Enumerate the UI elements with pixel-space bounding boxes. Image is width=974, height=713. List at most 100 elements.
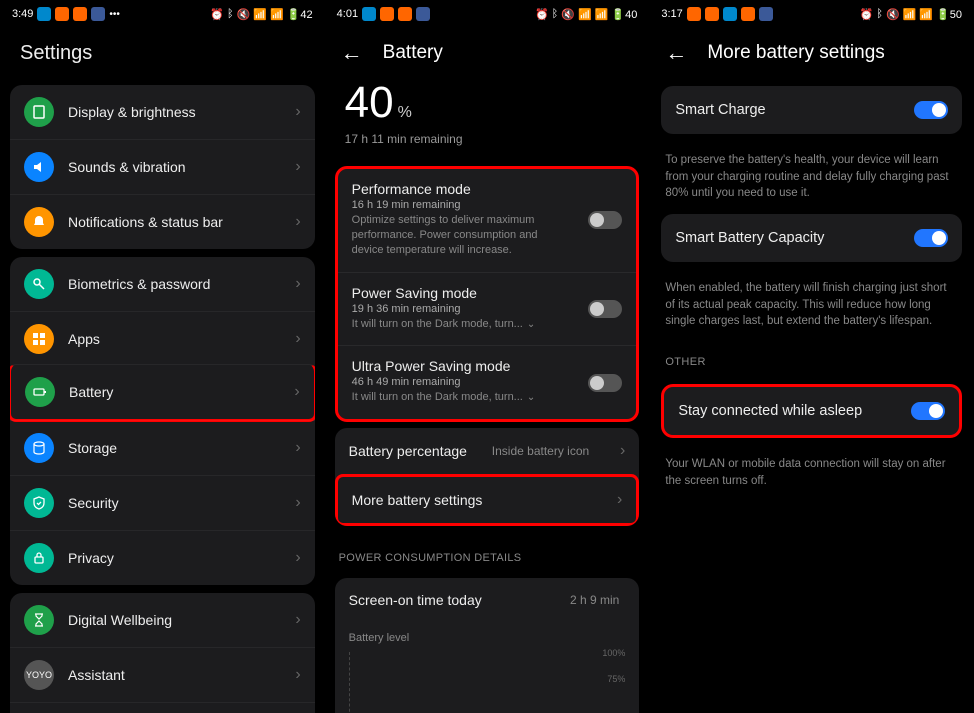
section-header: OTHER bbox=[649, 334, 974, 376]
app-notif-icon bbox=[73, 7, 87, 21]
row-display[interactable]: Display & brightness › bbox=[10, 85, 315, 139]
row-wellbeing[interactable]: Digital Wellbeing › bbox=[10, 593, 315, 647]
telegram-icon bbox=[362, 7, 376, 21]
battery-icon bbox=[25, 377, 55, 407]
battery-options-card: Battery percentage Inside battery icon ›… bbox=[335, 428, 640, 526]
app-notif-icon bbox=[380, 7, 394, 21]
ultra-power-saving-toggle[interactable] bbox=[588, 374, 622, 392]
row-label: Smart Battery Capacity bbox=[675, 230, 824, 246]
chevron-right-icon: › bbox=[295, 213, 300, 231]
smart-capacity-row[interactable]: Smart Battery Capacity bbox=[661, 214, 962, 262]
status-time: 3:49 bbox=[12, 8, 33, 20]
row-honor-cards[interactable]: HONOR Cards › bbox=[10, 702, 315, 713]
page-title: Settings bbox=[0, 28, 325, 77]
settings-group: Display & brightness › Sounds & vibratio… bbox=[10, 85, 315, 249]
row-label: Display & brightness bbox=[68, 104, 281, 120]
row-notifications[interactable]: Notifications & status bar › bbox=[10, 194, 315, 249]
chevron-down-icon[interactable]: ⌄ bbox=[527, 318, 535, 332]
ultra-power-saving-row[interactable]: Ultra Power Saving mode 46 h 49 min rema… bbox=[338, 345, 637, 419]
row-privacy[interactable]: Privacy › bbox=[10, 530, 315, 585]
status-time: 4:01 bbox=[337, 8, 358, 20]
row-label: Battery percentage bbox=[349, 443, 467, 459]
battery-percentage-display: 40 % bbox=[325, 78, 650, 128]
signal-icon: 📶 bbox=[919, 8, 933, 21]
sound-icon bbox=[24, 152, 54, 182]
wifi-icon: 📶 bbox=[253, 8, 267, 21]
app-notif-icon bbox=[741, 7, 755, 21]
mode-title: Power Saving mode bbox=[352, 285, 623, 301]
smart-charge-row[interactable]: Smart Charge bbox=[661, 86, 962, 134]
power-saving-row[interactable]: Power Saving mode 19 h 36 min remaining … bbox=[338, 272, 637, 346]
stay-connected-row[interactable]: Stay connected while asleep bbox=[661, 384, 962, 438]
mode-remaining: 46 h 49 min remaining bbox=[352, 376, 623, 388]
power-modes-card: Performance mode 16 h 19 min remaining O… bbox=[335, 166, 640, 422]
stay-connected-desc: Your WLAN or mobile data connection will… bbox=[649, 446, 974, 493]
row-assistant[interactable]: YOYO Assistant › bbox=[10, 647, 315, 702]
chevron-right-icon: › bbox=[620, 442, 625, 460]
app-notif-icon bbox=[705, 7, 719, 21]
header: ← Battery bbox=[325, 28, 650, 78]
display-icon bbox=[24, 97, 54, 127]
status-time: 3:17 bbox=[661, 8, 682, 20]
row-label: Battery bbox=[69, 384, 280, 400]
chart-label: Battery level bbox=[349, 632, 626, 644]
row-label: Security bbox=[68, 495, 281, 511]
chevron-right-icon: › bbox=[294, 383, 299, 401]
consumption-card: Screen-on time today 2 h 9 min Battery l… bbox=[335, 578, 640, 713]
apps-icon bbox=[24, 324, 54, 354]
chevron-right-icon: › bbox=[295, 158, 300, 176]
alarm-icon: ⏰ bbox=[210, 8, 224, 21]
battery-percentage-row[interactable]: Battery percentage Inside battery icon › bbox=[335, 428, 640, 474]
performance-mode-toggle[interactable] bbox=[588, 211, 622, 229]
chevron-right-icon: › bbox=[295, 439, 300, 457]
alarm-icon: ⏰ bbox=[860, 8, 874, 21]
row-security[interactable]: Security › bbox=[10, 475, 315, 530]
back-button[interactable]: ← bbox=[665, 40, 687, 66]
row-label: More battery settings bbox=[352, 492, 617, 508]
mode-title: Performance mode bbox=[352, 181, 623, 197]
settings-group: Biometrics & password › Apps › Battery ›… bbox=[10, 257, 315, 585]
telegram-icon bbox=[37, 7, 51, 21]
battery-status-icon: 🔋40 bbox=[611, 8, 637, 21]
settings-group: Digital Wellbeing › YOYO Assistant › HON… bbox=[10, 593, 315, 713]
bell-icon bbox=[24, 207, 54, 237]
row-label: Privacy bbox=[68, 550, 281, 566]
row-biometrics[interactable]: Biometrics & password › bbox=[10, 257, 315, 311]
app-notif-icon bbox=[416, 7, 430, 21]
mute-icon: 🔇 bbox=[561, 8, 575, 21]
performance-mode-row[interactable]: Performance mode 16 h 19 min remaining O… bbox=[338, 169, 637, 272]
wifi-icon: 📶 bbox=[903, 8, 917, 21]
telegram-icon bbox=[723, 7, 737, 21]
chevron-down-icon[interactable]: ⌄ bbox=[527, 391, 535, 405]
pct-unit: % bbox=[398, 104, 412, 122]
row-apps[interactable]: Apps › bbox=[10, 311, 315, 366]
row-label: Biometrics & password bbox=[68, 276, 281, 292]
row-label: Storage bbox=[68, 440, 281, 456]
smart-capacity-toggle[interactable] bbox=[914, 229, 948, 247]
screen-on-time-row[interactable]: Screen-on time today 2 h 9 min bbox=[335, 578, 640, 622]
power-saving-toggle[interactable] bbox=[588, 300, 622, 318]
back-button[interactable]: ← bbox=[341, 40, 363, 66]
more-battery-screen: 3:17 ⏰ ᛒ 🔇 📶 📶 🔋50 ← More battery settin… bbox=[649, 0, 974, 713]
mode-desc: It will turn on the Dark mode, turn...⌄ bbox=[352, 390, 623, 405]
shield-icon bbox=[24, 488, 54, 518]
key-icon bbox=[24, 269, 54, 299]
chevron-right-icon: › bbox=[295, 103, 300, 121]
smart-charge-toggle[interactable] bbox=[914, 101, 948, 119]
row-sounds[interactable]: Sounds & vibration › bbox=[10, 139, 315, 194]
chevron-right-icon: › bbox=[295, 330, 300, 348]
battery-chart: Battery level 100% 75% bbox=[335, 622, 640, 713]
row-storage[interactable]: Storage › bbox=[10, 420, 315, 475]
chevron-right-icon: › bbox=[617, 491, 622, 509]
row-label: Notifications & status bar bbox=[68, 214, 281, 230]
smart-charge-desc: To preserve the battery's health, your d… bbox=[649, 142, 974, 206]
row-battery[interactable]: Battery › bbox=[10, 364, 315, 422]
row-label: Stay connected while asleep bbox=[678, 403, 862, 419]
section-header: POWER CONSUMPTION DETAILS bbox=[325, 534, 650, 570]
wifi-icon: 📶 bbox=[578, 8, 592, 21]
stay-connected-toggle[interactable] bbox=[911, 402, 945, 420]
chevron-right-icon: › bbox=[295, 494, 300, 512]
more-battery-settings-row[interactable]: More battery settings › bbox=[335, 474, 640, 526]
battery-pct-value: 40 bbox=[345, 78, 394, 128]
mode-remaining: 19 h 36 min remaining bbox=[352, 303, 623, 315]
